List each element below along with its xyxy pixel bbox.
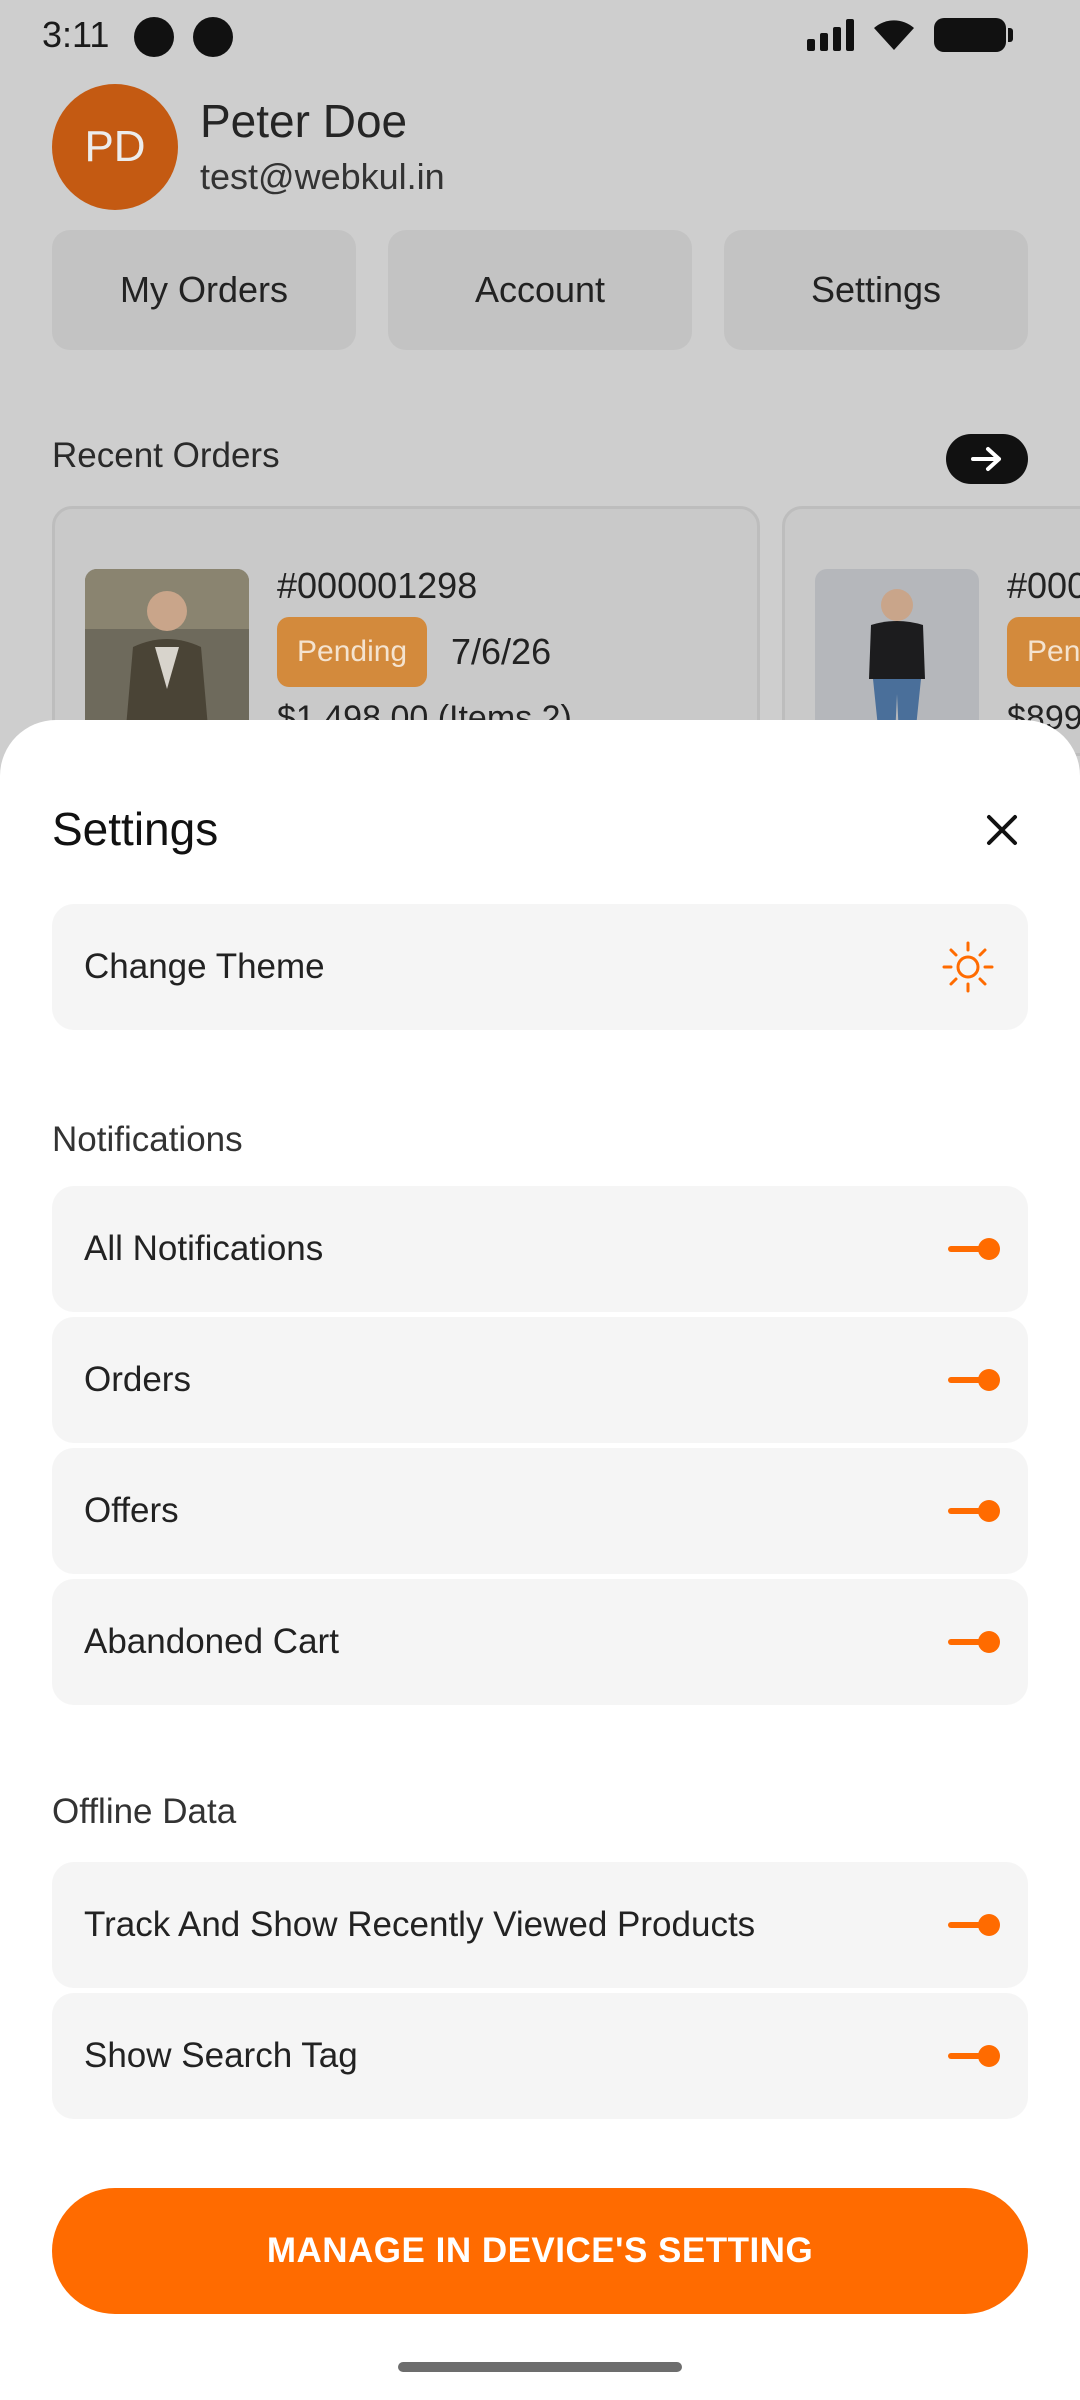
user-name: Peter Doe: [200, 95, 408, 147]
setting-label: Show Search Tag: [84, 2036, 358, 2075]
abandoned-cart-row: Abandoned Cart: [52, 1579, 1028, 1705]
offers-toggle[interactable]: [948, 1496, 1000, 1526]
search-tag-toggle[interactable]: [948, 2041, 1000, 2071]
order-date: 7/6/26: [451, 631, 552, 672]
manage-device-settings-button[interactable]: MANAGE IN DEVICE'S SETTING: [52, 2188, 1028, 2314]
setting-label: All Notifications: [84, 1229, 324, 1268]
orders-toggle[interactable]: [948, 1365, 1000, 1395]
status-bar: 3:11: [0, 0, 1080, 72]
avatar-initials: PD: [84, 122, 146, 171]
search-tag-row: Show Search Tag: [52, 1993, 1028, 2119]
sheet-title: Settings: [52, 803, 219, 855]
offline-data-section-label: Offline Data: [52, 1792, 237, 1831]
change-theme-row[interactable]: Change Theme: [52, 904, 1028, 1030]
settings-button[interactable]: Settings: [724, 230, 1028, 350]
avatar[interactable]: PD: [52, 84, 178, 210]
setting-label: Abandoned Cart: [84, 1622, 339, 1661]
battery-icon: [934, 18, 1013, 52]
order-product-image: [815, 569, 979, 739]
order-card[interactable]: #000 Pen $899: [782, 506, 1080, 756]
view-all-orders-button[interactable]: [946, 434, 1028, 484]
order-number: #000001298: [277, 565, 478, 606]
notification-dot-icon: [134, 17, 174, 57]
signal-icon: [807, 19, 854, 51]
setting-label: Orders: [84, 1360, 191, 1399]
close-icon: [987, 815, 1017, 845]
change-theme-label: Change Theme: [84, 947, 325, 986]
order-number: #000: [1007, 565, 1080, 606]
sun-icon[interactable]: [940, 939, 996, 995]
order-card[interactable]: #000001298 Pending 7/6/26 $1,498.00 (Ite…: [52, 506, 760, 756]
home-indicator: [398, 2362, 682, 2372]
orders-notifications-row: Orders: [52, 1317, 1028, 1443]
close-button[interactable]: [974, 802, 1030, 858]
status-badge: Pen: [1007, 617, 1080, 687]
abandoned-cart-toggle[interactable]: [948, 1627, 1000, 1657]
user-email: test@webkul.in: [200, 156, 445, 197]
recently-viewed-row: Track And Show Recently Viewed Products: [52, 1862, 1028, 1988]
arrow-right-icon: [971, 447, 1001, 471]
status-time: 3:11: [42, 14, 110, 55]
my-orders-button[interactable]: My Orders: [52, 230, 356, 350]
all-notifications-row: All Notifications: [52, 1186, 1028, 1312]
notifications-section-label: Notifications: [52, 1120, 243, 1159]
quick-actions: My Orders Account Settings: [52, 230, 1028, 350]
settings-bottom-sheet: Settings Change Theme Notifications All …: [0, 720, 1080, 2400]
order-product-image: [85, 569, 249, 739]
wifi-icon: [874, 20, 914, 50]
account-button[interactable]: Account: [388, 230, 692, 350]
all-notifications-toggle[interactable]: [948, 1234, 1000, 1264]
recent-orders-title: Recent Orders: [52, 436, 280, 475]
setting-label: Track And Show Recently Viewed Products: [84, 1905, 756, 1944]
setting-label: Offers: [84, 1491, 179, 1530]
recently-viewed-toggle[interactable]: [948, 1910, 1000, 1940]
offers-notifications-row: Offers: [52, 1448, 1028, 1574]
status-badge: Pending: [277, 617, 428, 687]
notification-dot-icon: [193, 17, 233, 57]
